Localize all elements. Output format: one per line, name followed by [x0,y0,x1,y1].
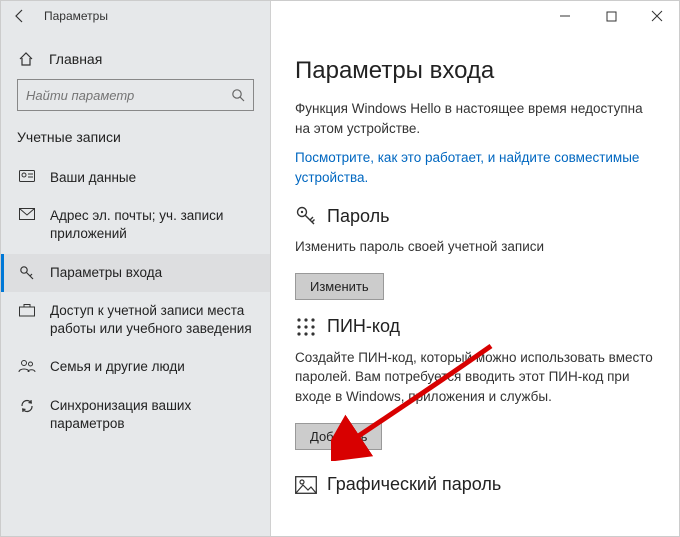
sidebar-item-label: Доступ к учетной записи места работы или… [50,302,254,338]
sidebar-item-email[interactable]: Адрес эл. почты; уч. записи приложений [1,197,270,253]
hello-learn-link[interactable]: Посмотрите, как это работает, и найдите … [295,148,655,187]
sidebar-item-label: Адрес эл. почты; уч. записи приложений [50,207,254,243]
pin-section: ПИН-код Создайте ПИН-код, который можно … [295,316,655,450]
picture-title: Графический пароль [327,474,501,495]
maximize-button[interactable] [588,0,634,32]
sidebar: Главная Учетные записи Ваши данные Адрес… [1,1,271,536]
password-desc: Изменить пароль своей учетной записи [295,237,655,257]
picture-password-section: Графический пароль [295,474,655,496]
people-icon [18,358,36,373]
briefcase-icon [18,302,36,317]
picture-icon [295,474,317,496]
page-heading: Параметры входа [295,57,655,85]
add-pin-button[interactable]: Добавить [295,423,382,450]
window-title: Параметры [40,9,108,23]
sidebar-section-title: Учетные записи [1,125,270,159]
key-icon [18,264,36,281]
pinpad-icon [295,316,317,338]
home-nav[interactable]: Главная [1,45,270,79]
sidebar-item-family[interactable]: Семья и другие люди [1,348,270,386]
badge-icon [18,169,36,182]
close-button[interactable] [634,0,680,32]
sidebar-item-your-info[interactable]: Ваши данные [1,159,270,197]
search-icon [231,88,245,102]
settings-window: Параметры Главная Учетные зап [0,0,680,537]
key-icon [295,205,317,227]
titlebar: Параметры [0,0,680,32]
search-input[interactable] [26,88,231,103]
sidebar-item-sync[interactable]: Синхронизация ваших параметров [1,387,270,443]
mail-icon [18,207,36,220]
sidebar-item-work[interactable]: Доступ к учетной записи места работы или… [1,292,270,348]
password-title: Пароль [327,206,389,227]
back-button[interactable] [0,0,40,32]
sidebar-item-signin[interactable]: Параметры входа [1,254,270,292]
sidebar-item-label: Синхронизация ваших параметров [50,397,254,433]
pin-title: ПИН-код [327,316,400,337]
home-icon [17,51,35,67]
hello-unavailable-text: Функция Windows Hello в настоящее время … [295,99,655,138]
change-password-button[interactable]: Изменить [295,273,384,300]
sync-icon [18,397,36,414]
password-section: Пароль Изменить пароль своей учетной зап… [295,205,655,300]
window-controls [542,0,680,32]
sidebar-item-label: Ваши данные [50,169,136,187]
main-content: Параметры входа Функция Windows Hello в … [271,1,679,536]
sidebar-item-label: Семья и другие люди [50,358,185,376]
sidebar-item-label: Параметры входа [50,264,162,282]
sidebar-menu: Ваши данные Адрес эл. почты; уч. записи … [1,159,270,443]
search-box[interactable] [17,79,254,111]
home-label: Главная [49,51,102,67]
minimize-button[interactable] [542,0,588,32]
pin-desc: Создайте ПИН-код, который можно использо… [295,348,655,407]
